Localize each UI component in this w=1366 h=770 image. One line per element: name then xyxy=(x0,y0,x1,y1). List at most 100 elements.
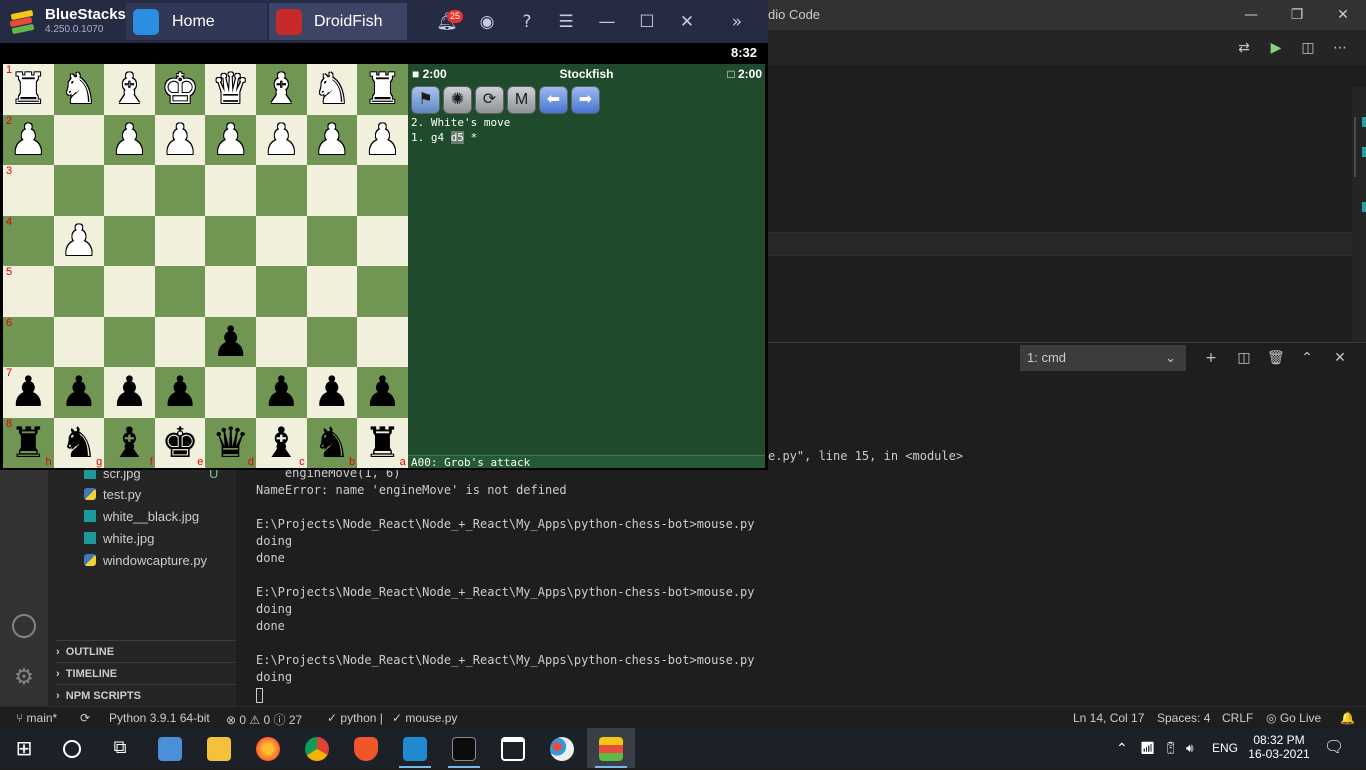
board-square[interactable] xyxy=(154,266,206,317)
board-square[interactable] xyxy=(154,165,206,216)
board-square[interactable] xyxy=(255,215,307,266)
board-square[interactable]: ♚ xyxy=(154,64,206,115)
board-square[interactable]: ♟ xyxy=(104,114,155,165)
board-square[interactable]: ♟ xyxy=(205,316,256,367)
action-center-icon[interactable]: 🗨︎ xyxy=(1324,728,1344,768)
board-square[interactable] xyxy=(205,367,256,418)
board-square[interactable]: ♝ c xyxy=(255,417,307,468)
language-indicator[interactable]: ENG xyxy=(1212,728,1238,768)
chess-board[interactable]: ♜ 1 ♞ ♝ ♚ ♛ ♝ ♞ ♜ ♟ 2 ♟ ♟ ♟ ♟ ♟ ♟ 3 4 ♟ 5 6 ♟ ♟ 7 ♟ ♟ ♟ ♟ ♟ ♟ ♜ 8 h ♞ g ♝ f ♚ e… xyxy=(3,64,408,468)
board-square[interactable]: 4 xyxy=(3,215,54,266)
problems-status[interactable]: ⊗ 0 ⚠ 0 ⓘ 27 xyxy=(226,711,302,728)
board-square[interactable] xyxy=(104,316,155,367)
board-square[interactable]: ♞ g xyxy=(53,417,105,468)
flip-board-button[interactable]: ⟳ xyxy=(475,86,504,114)
search-button[interactable] xyxy=(48,728,96,768)
move-list[interactable]: 1. g4 d5 * xyxy=(411,130,477,145)
start-button[interactable]: ⊞ xyxy=(0,728,48,768)
wifi-icon[interactable]: 📶︎ xyxy=(1140,728,1155,768)
chevron-up-icon[interactable]: ⌃ xyxy=(1116,728,1128,768)
redo-button[interactable]: ➡ xyxy=(571,86,600,114)
board-square[interactable]: ♚ e xyxy=(154,417,206,468)
board-square[interactable]: ♟ xyxy=(357,114,408,165)
board-square[interactable]: ♟ xyxy=(154,367,206,418)
python-interpreter[interactable]: Python 3.9.1 64-bit xyxy=(109,711,210,725)
board-square[interactable]: ♞ b xyxy=(306,417,358,468)
cmd-button[interactable] xyxy=(440,728,488,768)
board-square[interactable]: ♜ 1 xyxy=(3,64,54,115)
black-piece[interactable]: ♝ xyxy=(111,418,149,467)
black-piece[interactable]: ♟ xyxy=(111,367,149,416)
board-square[interactable]: ♟ 2 xyxy=(3,114,54,165)
board-square[interactable] xyxy=(104,165,155,216)
volume-icon[interactable]: 🔊︎ xyxy=(1186,728,1194,768)
window-app-button[interactable] xyxy=(489,728,537,768)
board-square[interactable] xyxy=(306,316,358,367)
notifications-icon[interactable]: 🔔 xyxy=(1340,711,1355,725)
white-piece[interactable]: ♞ xyxy=(313,64,351,113)
split-editor-icon[interactable]: ◫ xyxy=(1300,40,1316,56)
board-square[interactable]: ♟ xyxy=(357,367,408,418)
restore-icon[interactable]: ❐ xyxy=(1274,0,1320,30)
board-square[interactable] xyxy=(357,266,408,317)
board-square[interactable]: ♟ xyxy=(306,114,358,165)
board-square[interactable]: 6 xyxy=(3,316,54,367)
board-square[interactable] xyxy=(53,316,105,367)
board-square[interactable]: ♟ xyxy=(205,114,256,165)
board-square[interactable]: ♟ xyxy=(255,114,307,165)
brave-button[interactable] xyxy=(342,728,390,768)
board-square[interactable] xyxy=(306,266,358,317)
board-square[interactable]: ♟ xyxy=(154,114,206,165)
vscode-button[interactable] xyxy=(391,728,439,768)
white-piece[interactable]: ♟ xyxy=(161,115,199,164)
white-piece[interactable]: ♟ xyxy=(313,115,351,164)
go-live-button[interactable]: ◎ Go Live xyxy=(1266,711,1321,725)
branch-status[interactable]: ⑂ main* xyxy=(16,711,57,725)
board-square[interactable] xyxy=(205,165,256,216)
paint-app-button[interactable] xyxy=(538,728,586,768)
board-square[interactable]: ♛ xyxy=(205,64,256,115)
board-square[interactable] xyxy=(255,165,307,216)
black-piece[interactable]: ♜ xyxy=(9,418,47,467)
board-square[interactable] xyxy=(255,316,307,367)
board-square[interactable]: ♛ d xyxy=(205,417,256,468)
board-square[interactable]: ♜ a xyxy=(357,417,408,468)
board-square[interactable]: ♞ xyxy=(306,64,358,115)
task-view-button[interactable]: ⧉ xyxy=(96,728,144,768)
board-square[interactable] xyxy=(154,215,206,266)
black-piece[interactable]: ♟ xyxy=(60,367,98,416)
black-piece[interactable]: ♟ xyxy=(9,367,47,416)
board-square[interactable]: ♟ xyxy=(306,367,358,418)
black-piece[interactable]: ♝ xyxy=(262,418,300,467)
gear-icon[interactable]: ⚙ xyxy=(12,666,36,690)
board-square[interactable]: ♞ xyxy=(53,64,105,115)
board-square[interactable] xyxy=(53,114,105,165)
media-app-button[interactable] xyxy=(146,728,194,768)
code-editor[interactable] xyxy=(766,87,1366,342)
expand-sidebar-icon[interactable]: » xyxy=(724,9,750,35)
close-icon[interactable]: ✕ xyxy=(674,9,700,35)
tab-home[interactable]: Home xyxy=(126,3,267,40)
run-icon[interactable]: ▶ xyxy=(1268,40,1284,56)
editor-scrollbar[interactable] xyxy=(1352,87,1366,342)
board-square[interactable] xyxy=(154,316,206,367)
outline-section[interactable]: › OUTLINE xyxy=(56,640,236,663)
mode-button[interactable]: ⚑ xyxy=(411,86,440,114)
clock[interactable]: 08:32 PM 16-03-2021 xyxy=(1248,728,1310,768)
black-piece[interactable]: ♛ xyxy=(212,418,250,467)
more-actions-icon[interactable]: ⋯ xyxy=(1332,40,1348,56)
board-square[interactable]: ♟ xyxy=(104,367,155,418)
trash-icon[interactable]: 🗑 xyxy=(1267,350,1285,366)
black-piece[interactable]: ♟ xyxy=(212,317,250,366)
board-square[interactable]: ♟ xyxy=(53,367,105,418)
black-piece[interactable]: ♚ xyxy=(161,418,199,467)
board-square[interactable]: ♟ xyxy=(53,215,105,266)
white-piece[interactable]: ♟ xyxy=(364,115,402,164)
board-square[interactable] xyxy=(306,165,358,216)
white-piece[interactable]: ♟ xyxy=(262,115,300,164)
black-piece[interactable]: ♟ xyxy=(262,367,300,416)
current-move[interactable]: d5 xyxy=(450,131,464,144)
black-piece[interactable]: ♟ xyxy=(161,367,199,416)
firefox-button[interactable] xyxy=(244,728,292,768)
accounts-icon[interactable] xyxy=(12,614,36,638)
